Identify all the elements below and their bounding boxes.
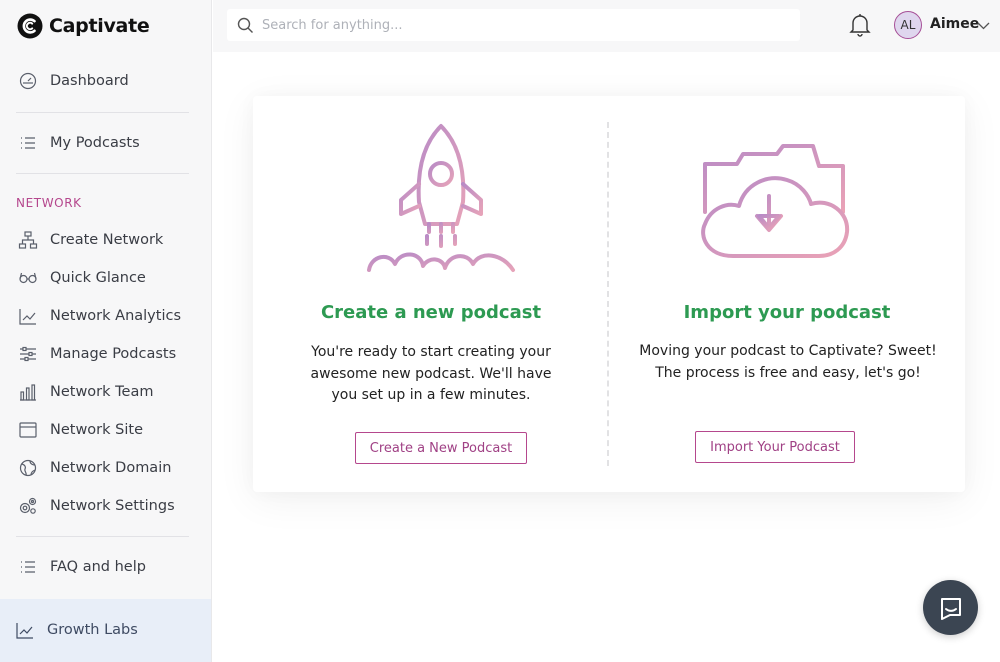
main-content: Create a new podcast You're ready to sta… xyxy=(213,52,1000,662)
sliders-icon xyxy=(20,346,36,362)
sidebar-item-label: Network Domain xyxy=(50,460,172,476)
sidebar-item-label: Network Settings xyxy=(50,498,175,514)
create-podcast-button[interactable]: Create a New Podcast xyxy=(355,432,527,464)
sidebar-item-label: My Podcasts xyxy=(50,135,140,151)
sidebar-item-network-team[interactable]: Network Team xyxy=(0,373,211,411)
sidebar-item-my-podcasts[interactable]: My Podcasts xyxy=(0,124,211,162)
import-podcast-panel: Import your podcast Moving your podcast … xyxy=(609,96,965,492)
import-podcast-title: Import your podcast xyxy=(683,302,891,323)
sidebar-item-growth-labs[interactable]: Growth Labs xyxy=(0,611,211,649)
sidebar-item-label: Create Network xyxy=(50,232,164,248)
captivate-logo-icon xyxy=(17,13,43,39)
sidebar-item-faq-help[interactable]: FAQ and help xyxy=(0,548,211,586)
create-podcast-description: You're ready to start creating your awes… xyxy=(310,344,552,403)
sidebar-item-network-settings[interactable]: Network Settings xyxy=(0,487,211,525)
chevron-down-icon[interactable] xyxy=(977,19,990,32)
avatar[interactable]: AL xyxy=(894,11,922,39)
search-bar[interactable] xyxy=(227,9,800,41)
sidebar-item-manage-podcasts[interactable]: Manage Podcasts xyxy=(0,335,211,373)
user-name[interactable]: Aimee xyxy=(930,16,979,32)
sidebar-item-create-network[interactable]: Create Network xyxy=(0,221,211,259)
sidebar-item-network-analytics[interactable]: Network Analytics xyxy=(0,297,211,335)
brand-name: Captivate xyxy=(49,15,150,37)
sidebar-item-label: Network Site xyxy=(50,422,143,438)
section-title-network: NETWORK xyxy=(16,196,82,210)
brand[interactable]: Captivate xyxy=(0,0,211,52)
top-bar: AL Aimee xyxy=(213,0,1000,52)
onboarding-card: Create a new podcast You're ready to sta… xyxy=(253,96,965,492)
search-input[interactable] xyxy=(262,17,762,33)
dashboard-gauge-icon xyxy=(19,72,37,90)
sidebar-growth-section: Growth Labs xyxy=(0,599,211,662)
gears-icon xyxy=(19,497,37,514)
bell-icon[interactable] xyxy=(849,13,871,37)
trend-chart-icon xyxy=(16,623,33,639)
cloud-download-icon xyxy=(701,144,850,258)
sidebar-item-network-site[interactable]: Network Site xyxy=(0,411,211,449)
create-podcast-title: Create a new podcast xyxy=(320,302,542,323)
glasses-icon xyxy=(19,272,37,284)
sidebar-item-label: Quick Glance xyxy=(50,270,146,286)
sidebar-item-label: Manage Podcasts xyxy=(50,346,177,362)
chat-icon xyxy=(940,597,961,620)
rocket-launch-icon xyxy=(367,124,515,272)
sidebar-item-label: FAQ and help xyxy=(50,559,146,575)
chat-launcher-button[interactable] xyxy=(923,580,978,635)
list-icon xyxy=(21,561,35,573)
trend-chart-icon xyxy=(19,309,36,325)
sitemap-icon xyxy=(18,231,38,249)
import-podcast-description: Moving your podcast to Captivate? Sweet!… xyxy=(639,343,937,381)
create-podcast-panel: Create a new podcast You're ready to sta… xyxy=(253,96,609,492)
sidebar-item-label: Network Analytics xyxy=(50,308,181,324)
sidebar-item-quick-glance[interactable]: Quick Glance xyxy=(0,259,211,297)
sidebar-item-label: Network Team xyxy=(50,384,154,400)
bar-chart-team-icon xyxy=(20,384,36,401)
sidebar-item-label: Growth Labs xyxy=(47,622,138,638)
search-icon xyxy=(237,17,253,33)
globe-icon xyxy=(19,459,37,477)
list-icon xyxy=(21,137,35,149)
sidebar-item-label: Dashboard xyxy=(50,73,129,89)
import-podcast-button[interactable]: Import Your Podcast xyxy=(695,431,855,463)
sidebar-item-dashboard[interactable]: Dashboard xyxy=(0,62,211,100)
browser-window-icon xyxy=(19,422,37,438)
sidebar: Captivate Dashboard My Podcasts NETWORK … xyxy=(0,0,212,662)
sidebar-item-network-domain[interactable]: Network Domain xyxy=(0,449,211,487)
